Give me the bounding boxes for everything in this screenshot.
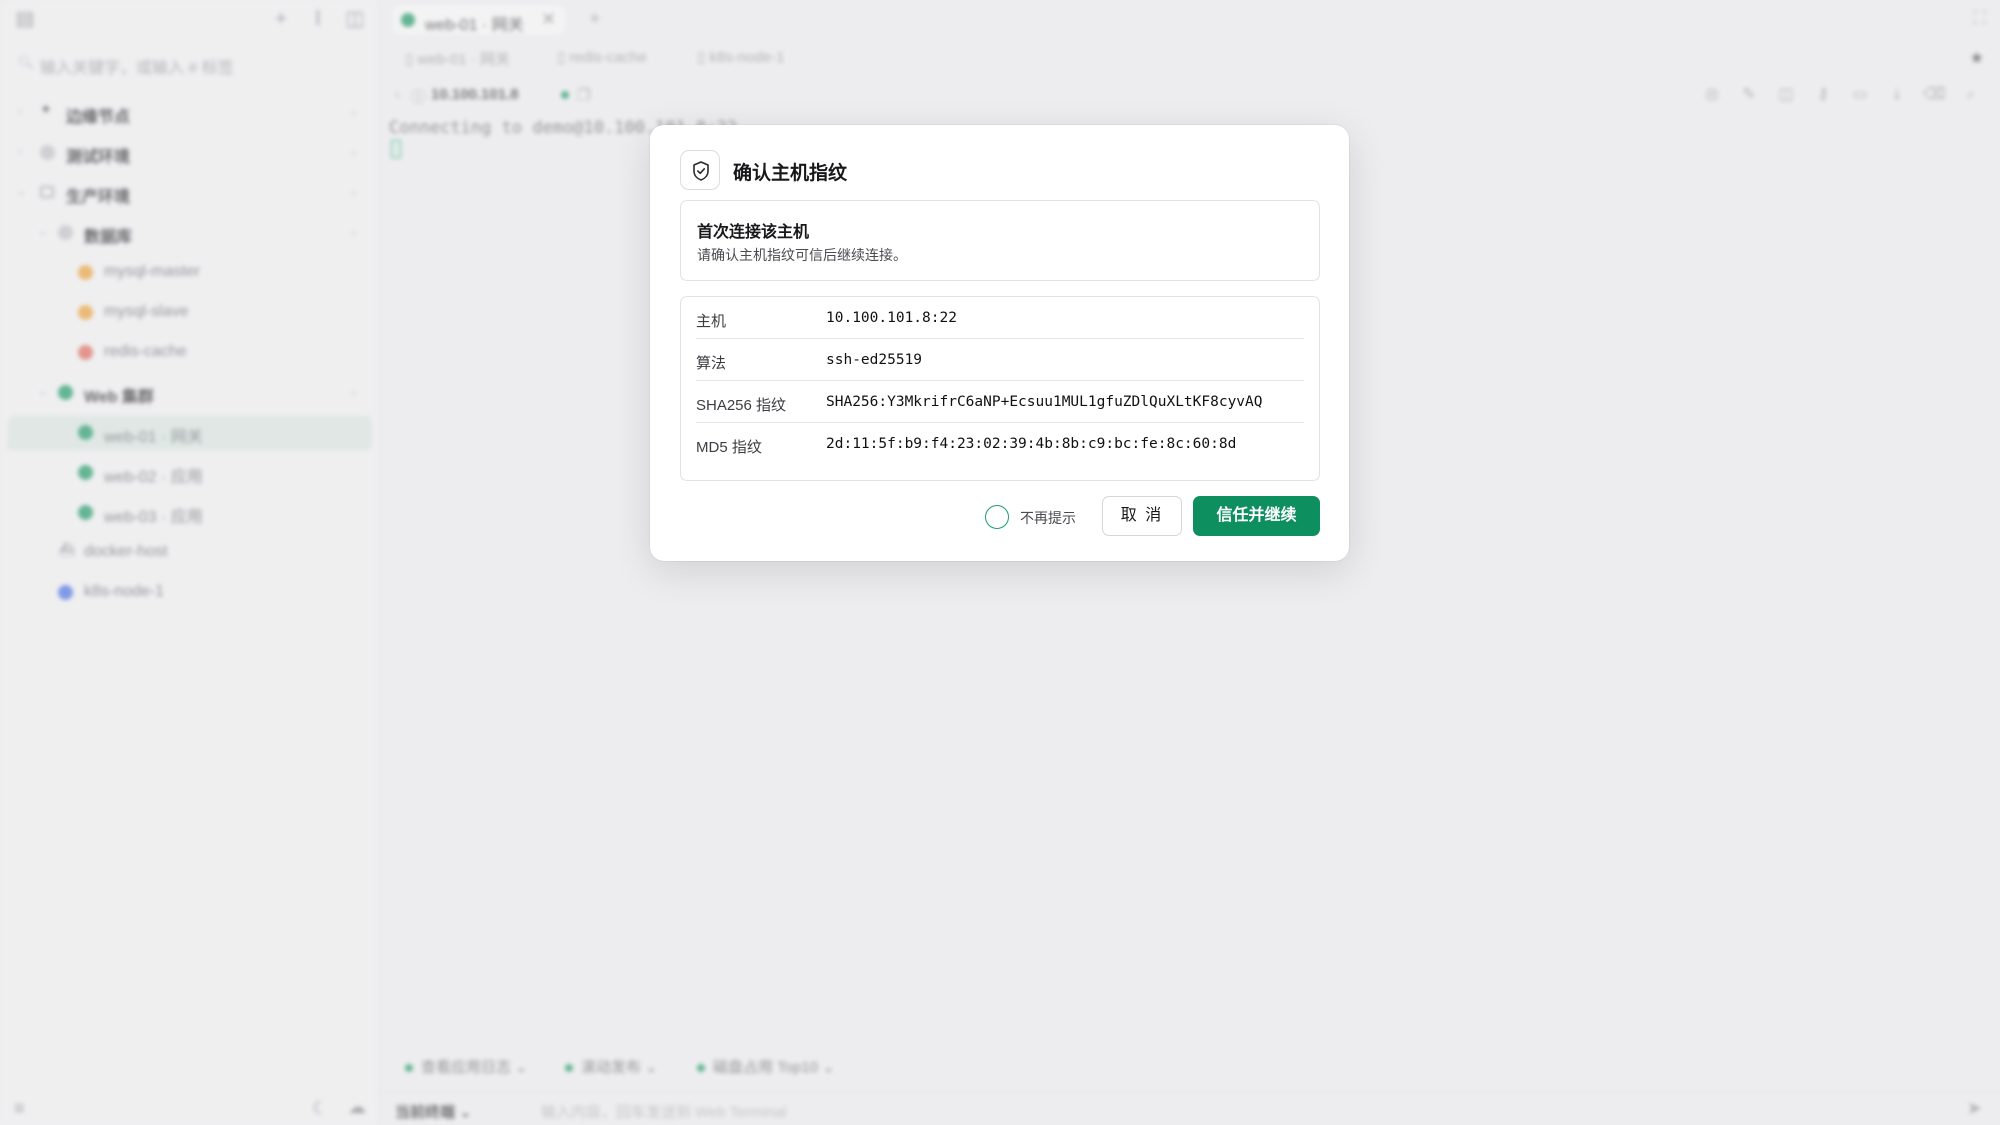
notice-title: 首次连接该主机 xyxy=(697,224,810,241)
detail-key: 算法 xyxy=(696,355,727,372)
detail-row-sha256: SHA256 指纹 SHA256:Y3MkrifrC6aNP+Ecsuu1MUL… xyxy=(696,381,1304,423)
detail-row-md5: MD5 指纹 2d:11:5f:b9:f4:23:02:39:4b:8b:c9:… xyxy=(696,423,1304,465)
host-fingerprint-dialog: 确认主机指纹 首次连接该主机 请确认主机指纹可信后继续连接。 主机 10.100… xyxy=(650,125,1349,561)
detail-value: SHA256:Y3MkrifrC6aNP+Ecsuu1MUL1gfuZDlQuX… xyxy=(826,394,1263,410)
detail-value: ssh-ed25519 xyxy=(826,352,923,368)
detail-row-host: 主机 10.100.101.8:22 xyxy=(696,297,1304,339)
trust-continue-button[interactable]: 信任并继续 xyxy=(1193,496,1320,536)
dont-ask-checkbox[interactable] xyxy=(985,505,1009,529)
first-connection-notice: 首次连接该主机 请确认主机指纹可信后继续连接。 xyxy=(680,200,1320,281)
cancel-button[interactable]: 取 消 xyxy=(1102,496,1182,536)
detail-value: 2d:11:5f:b9:f4:23:02:39:4b:8b:c9:bc:fe:8… xyxy=(826,436,1237,452)
notice-description: 请确认主机指纹可信后继续连接。 xyxy=(697,247,907,263)
fingerprint-details: 主机 10.100.101.8:22 算法 ssh-ed25519 SHA256… xyxy=(680,296,1320,481)
detail-key: 主机 xyxy=(696,313,727,330)
shield-check-icon xyxy=(680,150,720,190)
detail-key: SHA256 指纹 xyxy=(696,397,787,414)
detail-key: MD5 指纹 xyxy=(696,439,762,456)
detail-value: 10.100.101.8:22 xyxy=(826,310,957,326)
dialog-title: 确认主机指纹 xyxy=(733,163,848,184)
dont-ask-label: 不再提示 xyxy=(1020,510,1076,526)
detail-row-algorithm: 算法 ssh-ed25519 xyxy=(696,339,1304,381)
